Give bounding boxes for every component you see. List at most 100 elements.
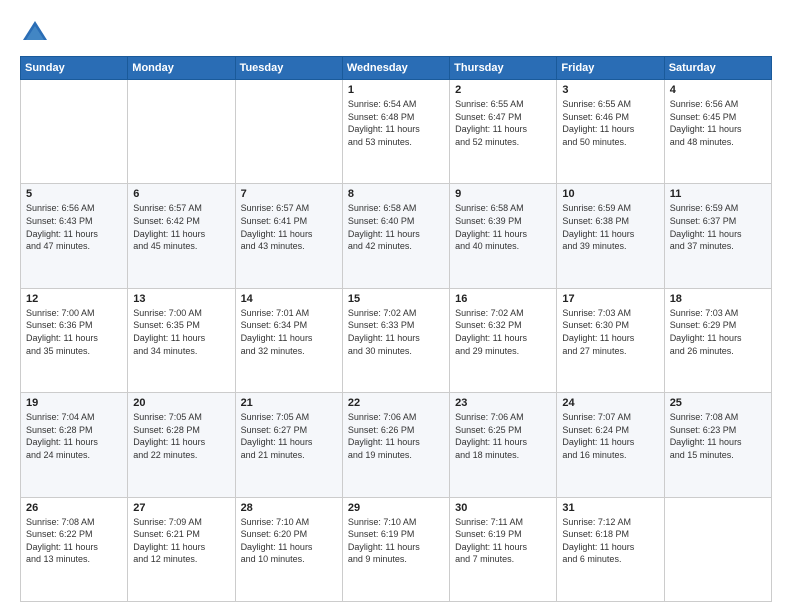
day-info: Sunrise: 6:56 AM Sunset: 6:43 PM Dayligh…: [26, 202, 122, 252]
day-number: 19: [26, 397, 122, 409]
weekday-header-tuesday: Tuesday: [235, 57, 342, 80]
day-cell: 2Sunrise: 6:55 AM Sunset: 6:47 PM Daylig…: [450, 80, 557, 184]
day-info: Sunrise: 7:09 AM Sunset: 6:21 PM Dayligh…: [133, 516, 229, 566]
weekday-header-thursday: Thursday: [450, 57, 557, 80]
day-info: Sunrise: 7:02 AM Sunset: 6:33 PM Dayligh…: [348, 307, 444, 357]
day-info: Sunrise: 7:08 AM Sunset: 6:22 PM Dayligh…: [26, 516, 122, 566]
day-cell: 26 Sunrise: 7:08 AM Sunset: 6:22 PM Dayli…: [21, 497, 128, 601]
day-number: 31: [562, 502, 658, 514]
day-info: Sunrise: 7:00 AM Sunset: 6:36 PM Dayligh…: [26, 307, 122, 357]
day-cell: 30Sunrise: 7:11 AM Sunset: 6:19 PM Dayli…: [450, 497, 557, 601]
day-cell: [235, 80, 342, 184]
day-info: Sunrise: 7:08 AM Sunset: 6:23 PM Dayligh…: [670, 411, 766, 461]
day-cell: 7 Sunrise: 6:57 AM Sunset: 6:41 PM Daylig…: [235, 184, 342, 288]
day-info: Sunrise: 6:57 AM Sunset: 6:42 PM Dayligh…: [133, 202, 229, 252]
day-info: Sunrise: 6:58 AM Sunset: 6:39 PM Dayligh…: [455, 202, 551, 252]
day-info: Sunrise: 7:01 AM Sunset: 6:34 PM Dayligh…: [241, 307, 337, 357]
day-cell: [664, 497, 771, 601]
day-info: Sunrise: 7:00 AM Sunset: 6:35 PM Dayligh…: [133, 307, 229, 357]
day-number: 17: [562, 293, 658, 305]
day-info: Sunrise: 6:59 AM Sunset: 6:37 PM Dayligh…: [670, 202, 766, 252]
logo: [20, 18, 54, 48]
day-number: 3: [562, 84, 658, 96]
day-info: Sunrise: 6:59 AM Sunset: 6:38 PM Dayligh…: [562, 202, 658, 252]
day-cell: 21 Sunrise: 7:05 AM Sunset: 6:27 PM Dayli…: [235, 393, 342, 497]
day-cell: 13Sunrise: 7:00 AM Sunset: 6:35 PM Dayli…: [128, 288, 235, 392]
day-info: Sunrise: 7:04 AM Sunset: 6:28 PM Dayligh…: [26, 411, 122, 461]
day-info: Sunrise: 7:10 AM Sunset: 6:20 PM Dayligh…: [241, 516, 337, 566]
page: SundayMondayTuesdayWednesdayThursdayFrid…: [0, 0, 792, 612]
day-info: Sunrise: 6:56 AM Sunset: 6:45 PM Dayligh…: [670, 98, 766, 148]
day-number: 30: [455, 502, 551, 514]
calendar-table: SundayMondayTuesdayWednesdayThursdayFrid…: [20, 56, 772, 602]
week-row-4: 19 Sunrise: 7:04 AM Sunset: 6:28 PM Dayli…: [21, 393, 772, 497]
day-info: Sunrise: 7:07 AM Sunset: 6:24 PM Dayligh…: [562, 411, 658, 461]
day-cell: 12 Sunrise: 7:00 AM Sunset: 6:36 PM Dayli…: [21, 288, 128, 392]
day-number: 12: [26, 293, 122, 305]
day-cell: 9 Sunrise: 6:58 AM Sunset: 6:39 PM Daylig…: [450, 184, 557, 288]
day-cell: 20Sunrise: 7:05 AM Sunset: 6:28 PM Dayli…: [128, 393, 235, 497]
day-cell: 31 Sunrise: 7:12 AM Sunset: 6:18 PM Dayli…: [557, 497, 664, 601]
day-number: 1: [348, 84, 444, 96]
day-info: Sunrise: 6:54 AM Sunset: 6:48 PM Dayligh…: [348, 98, 444, 148]
day-info: Sunrise: 7:06 AM Sunset: 6:26 PM Dayligh…: [348, 411, 444, 461]
day-cell: 15 Sunrise: 7:02 AM Sunset: 6:33 PM Dayli…: [342, 288, 449, 392]
day-cell: 28Sunrise: 7:10 AM Sunset: 6:20 PM Dayli…: [235, 497, 342, 601]
day-cell: 29Sunrise: 7:10 AM Sunset: 6:19 PM Dayli…: [342, 497, 449, 601]
day-number: 5: [26, 188, 122, 200]
day-cell: 6 Sunrise: 6:57 AM Sunset: 6:42 PM Daylig…: [128, 184, 235, 288]
day-cell: 16 Sunrise: 7:02 AM Sunset: 6:32 PM Dayli…: [450, 288, 557, 392]
day-cell: 10 Sunrise: 6:59 AM Sunset: 6:38 PM Dayli…: [557, 184, 664, 288]
day-number: 16: [455, 293, 551, 305]
day-number: 9: [455, 188, 551, 200]
day-info: Sunrise: 6:55 AM Sunset: 6:47 PM Dayligh…: [455, 98, 551, 148]
weekday-header-friday: Friday: [557, 57, 664, 80]
day-number: 11: [670, 188, 766, 200]
weekday-header-saturday: Saturday: [664, 57, 771, 80]
day-number: 21: [241, 397, 337, 409]
day-cell: [21, 80, 128, 184]
day-info: Sunrise: 7:12 AM Sunset: 6:18 PM Dayligh…: [562, 516, 658, 566]
day-number: 6: [133, 188, 229, 200]
day-cell: 22 Sunrise: 7:06 AM Sunset: 6:26 PM Dayli…: [342, 393, 449, 497]
day-number: 29: [348, 502, 444, 514]
weekday-header-sunday: Sunday: [21, 57, 128, 80]
day-info: Sunrise: 7:02 AM Sunset: 6:32 PM Dayligh…: [455, 307, 551, 357]
day-info: Sunrise: 7:03 AM Sunset: 6:30 PM Dayligh…: [562, 307, 658, 357]
day-cell: 23 Sunrise: 7:06 AM Sunset: 6:25 PM Dayli…: [450, 393, 557, 497]
day-cell: 17 Sunrise: 7:03 AM Sunset: 6:30 PM Dayli…: [557, 288, 664, 392]
header: [20, 18, 772, 48]
day-number: 15: [348, 293, 444, 305]
day-number: 22: [348, 397, 444, 409]
day-cell: 8Sunrise: 6:58 AM Sunset: 6:40 PM Daylig…: [342, 184, 449, 288]
day-number: 25: [670, 397, 766, 409]
day-number: 23: [455, 397, 551, 409]
day-info: Sunrise: 6:57 AM Sunset: 6:41 PM Dayligh…: [241, 202, 337, 252]
day-number: 24: [562, 397, 658, 409]
day-info: Sunrise: 6:55 AM Sunset: 6:46 PM Dayligh…: [562, 98, 658, 148]
logo-icon: [20, 18, 50, 48]
weekday-header-row: SundayMondayTuesdayWednesdayThursdayFrid…: [21, 57, 772, 80]
weekday-header-wednesday: Wednesday: [342, 57, 449, 80]
day-cell: 19 Sunrise: 7:04 AM Sunset: 6:28 PM Dayli…: [21, 393, 128, 497]
day-info: Sunrise: 7:06 AM Sunset: 6:25 PM Dayligh…: [455, 411, 551, 461]
week-row-5: 26 Sunrise: 7:08 AM Sunset: 6:22 PM Dayli…: [21, 497, 772, 601]
day-info: Sunrise: 7:05 AM Sunset: 6:27 PM Dayligh…: [241, 411, 337, 461]
day-number: 26: [26, 502, 122, 514]
day-cell: 27Sunrise: 7:09 AM Sunset: 6:21 PM Dayli…: [128, 497, 235, 601]
day-number: 10: [562, 188, 658, 200]
week-row-1: 1 Sunrise: 6:54 AM Sunset: 6:48 PM Daylig…: [21, 80, 772, 184]
day-number: 7: [241, 188, 337, 200]
day-cell: 3 Sunrise: 6:55 AM Sunset: 6:46 PM Daylig…: [557, 80, 664, 184]
day-number: 8: [348, 188, 444, 200]
day-cell: 14Sunrise: 7:01 AM Sunset: 6:34 PM Dayli…: [235, 288, 342, 392]
day-cell: 18Sunrise: 7:03 AM Sunset: 6:29 PM Dayli…: [664, 288, 771, 392]
day-number: 4: [670, 84, 766, 96]
week-row-3: 12 Sunrise: 7:00 AM Sunset: 6:36 PM Dayli…: [21, 288, 772, 392]
week-row-2: 5 Sunrise: 6:56 AM Sunset: 6:43 PM Daylig…: [21, 184, 772, 288]
day-info: Sunrise: 7:05 AM Sunset: 6:28 PM Dayligh…: [133, 411, 229, 461]
day-info: Sunrise: 7:03 AM Sunset: 6:29 PM Dayligh…: [670, 307, 766, 357]
weekday-header-monday: Monday: [128, 57, 235, 80]
day-cell: 24 Sunrise: 7:07 AM Sunset: 6:24 PM Dayli…: [557, 393, 664, 497]
day-cell: 5 Sunrise: 6:56 AM Sunset: 6:43 PM Daylig…: [21, 184, 128, 288]
